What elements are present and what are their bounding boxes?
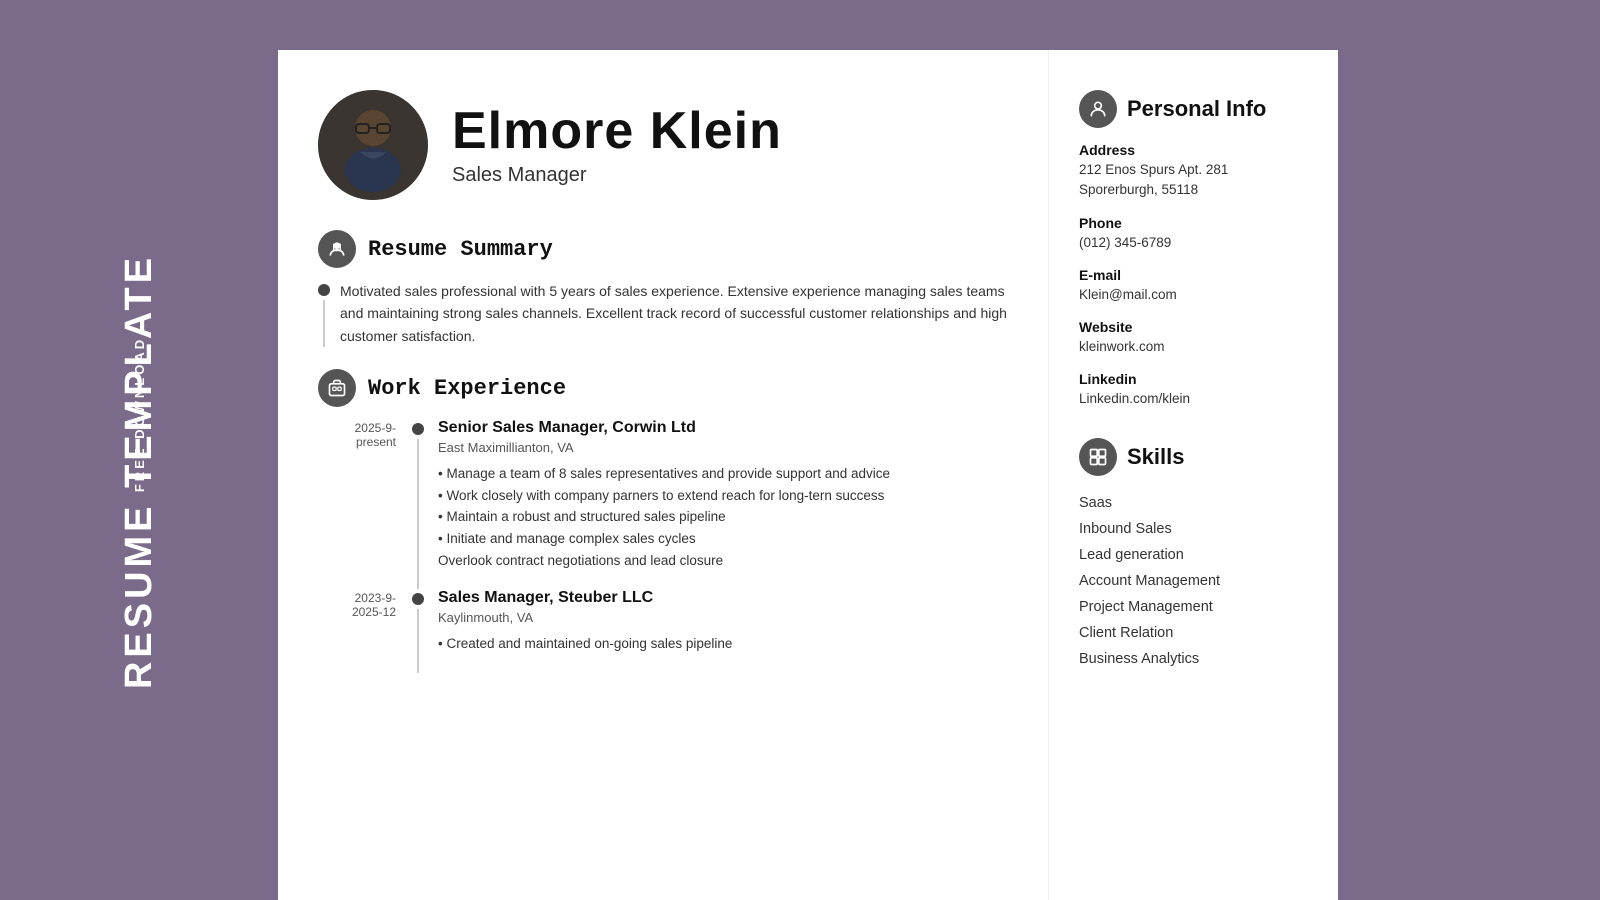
resume-summary-section: Resume Summary Motivated sales professio… (318, 230, 1008, 347)
bullet-3: • Maintain a robust and structured sales… (438, 506, 1008, 528)
job-1-timeline: 2025-9-present Senior Sales Manager, Cor… (318, 419, 1008, 589)
website-value: kleinwork.com (1079, 337, 1308, 357)
resume-card: Elmore Klein Sales Manager Resume Summar… (278, 50, 1338, 900)
work-experience-title: Work Experience (368, 376, 566, 401)
job-1-title: Senior Sales Manager, Corwin Ltd (438, 419, 1008, 437)
website-row: Website kleinwork.com (1079, 319, 1308, 357)
skills-list: Saas Inbound Sales Lead generation Accou… (1079, 490, 1308, 672)
skill-client-relation: Client Relation (1079, 620, 1308, 646)
email-row: E-mail Klein@mail.com (1079, 267, 1308, 305)
phone-label: Phone (1079, 215, 1308, 231)
skill-saas: Saas (1079, 490, 1308, 516)
personal-info-header: Personal Info (1079, 90, 1308, 128)
skills-header: Skills (1079, 438, 1308, 476)
email-label: E-mail (1079, 267, 1308, 283)
candidate-name: Elmore Klein (452, 103, 782, 160)
job-1-line (417, 439, 419, 589)
personal-info-section: Personal Info Address 212 Enos Spurs Apt… (1079, 90, 1308, 410)
bullet-2: • Work closely with company parners to e… (438, 485, 1008, 507)
left-sidebar: FREE DOWNLOAD RESUME TEMPLATE (0, 0, 280, 900)
job-1-bullets: • Manage a team of 8 sales representativ… (438, 463, 1008, 571)
bullet-1: • Manage a team of 8 sales representativ… (438, 463, 1008, 485)
personal-info-title: Personal Info (1127, 96, 1266, 122)
linkedin-row: Linkedin Linkedin.com/klein (1079, 371, 1308, 409)
bullet-5: Overlook contract negotiations and lead … (438, 550, 1008, 572)
job-2-line (417, 609, 419, 673)
website-label: Website (1079, 319, 1308, 335)
phone-value: (012) 345-6789 (1079, 233, 1308, 253)
job-2-dot (412, 593, 424, 605)
job-1-location: East Maximillianton, VA (438, 440, 1008, 455)
skills-title: Skills (1127, 444, 1184, 470)
summary-dot-col (318, 280, 330, 347)
header-text: Elmore Klein Sales Manager (452, 103, 782, 187)
summary-block: Motivated sales professional with 5 year… (318, 280, 1008, 347)
job-1-content: Senior Sales Manager, Corwin Ltd East Ma… (428, 419, 1008, 589)
job-2-title: Sales Manager, Steuber LLC (438, 589, 1008, 607)
resume-sidebar: Personal Info Address 212 Enos Spurs Apt… (1048, 50, 1338, 900)
job-2-content: Sales Manager, Steuber LLC Kaylinmouth, … (428, 589, 1008, 673)
job-2-bullets: • Created and maintained on-going sales … (438, 633, 1008, 655)
work-experience-header: Work Experience (318, 369, 1008, 407)
bullet-4: • Initiate and manage complex sales cycl… (438, 528, 1008, 550)
job-2-timeline: 2023-9-2025-12 Sales Manager, Steuber LL… (318, 589, 1008, 673)
job-1-date: 2025-9-present (318, 419, 408, 589)
skill-inbound-sales: Inbound Sales (1079, 516, 1308, 542)
skill-lead-generation: Lead generation (1079, 542, 1308, 568)
address-label: Address (1079, 142, 1308, 158)
resume-summary-title: Resume Summary (368, 237, 553, 262)
skill-project-management: Project Management (1079, 594, 1308, 620)
phone-row: Phone (012) 345-6789 (1079, 215, 1308, 253)
skills-icon (1079, 438, 1117, 476)
job-2-location: Kaylinmouth, VA (438, 610, 1008, 625)
summary-text: Motivated sales professional with 5 year… (340, 280, 1008, 347)
resume-header: Elmore Klein Sales Manager (318, 90, 1008, 200)
job-2-date: 2023-9-2025-12 (318, 589, 408, 673)
skill-account-management: Account Management (1079, 568, 1308, 594)
avatar (318, 90, 428, 200)
work-experience-section: Work Experience 2025-9-present Senior Sa… (318, 369, 1008, 673)
address-line2: Sporerburgh, 55118 (1079, 180, 1308, 200)
job-1-dot (412, 423, 424, 435)
address-line1: 212 Enos Spurs Apt. 281 (1079, 160, 1308, 180)
linkedin-label: Linkedin (1079, 371, 1308, 387)
resume-main: Elmore Klein Sales Manager Resume Summar… (278, 50, 1048, 900)
personal-info-icon (1079, 90, 1117, 128)
summary-dot (318, 284, 330, 296)
job-2-bullet-1: • Created and maintained on-going sales … (438, 633, 1008, 655)
linkedin-value: Linkedin.com/klein (1079, 389, 1308, 409)
email-value: Klein@mail.com (1079, 285, 1308, 305)
skills-section: Skills Saas Inbound Sales Lead generatio… (1079, 438, 1308, 672)
address-row: Address 212 Enos Spurs Apt. 281 Sporerbu… (1079, 142, 1308, 201)
resume-summary-header: Resume Summary (318, 230, 1008, 268)
work-experience-icon (318, 369, 356, 407)
skill-business-analytics: Business Analytics (1079, 646, 1308, 672)
resume-summary-icon (318, 230, 356, 268)
job-1-timeline-center (408, 419, 428, 589)
resume-template-label: RESUME TEMPLATE (119, 254, 162, 689)
job-2-timeline-center (408, 589, 428, 673)
summary-line (323, 300, 325, 347)
candidate-job-title: Sales Manager (452, 164, 782, 187)
